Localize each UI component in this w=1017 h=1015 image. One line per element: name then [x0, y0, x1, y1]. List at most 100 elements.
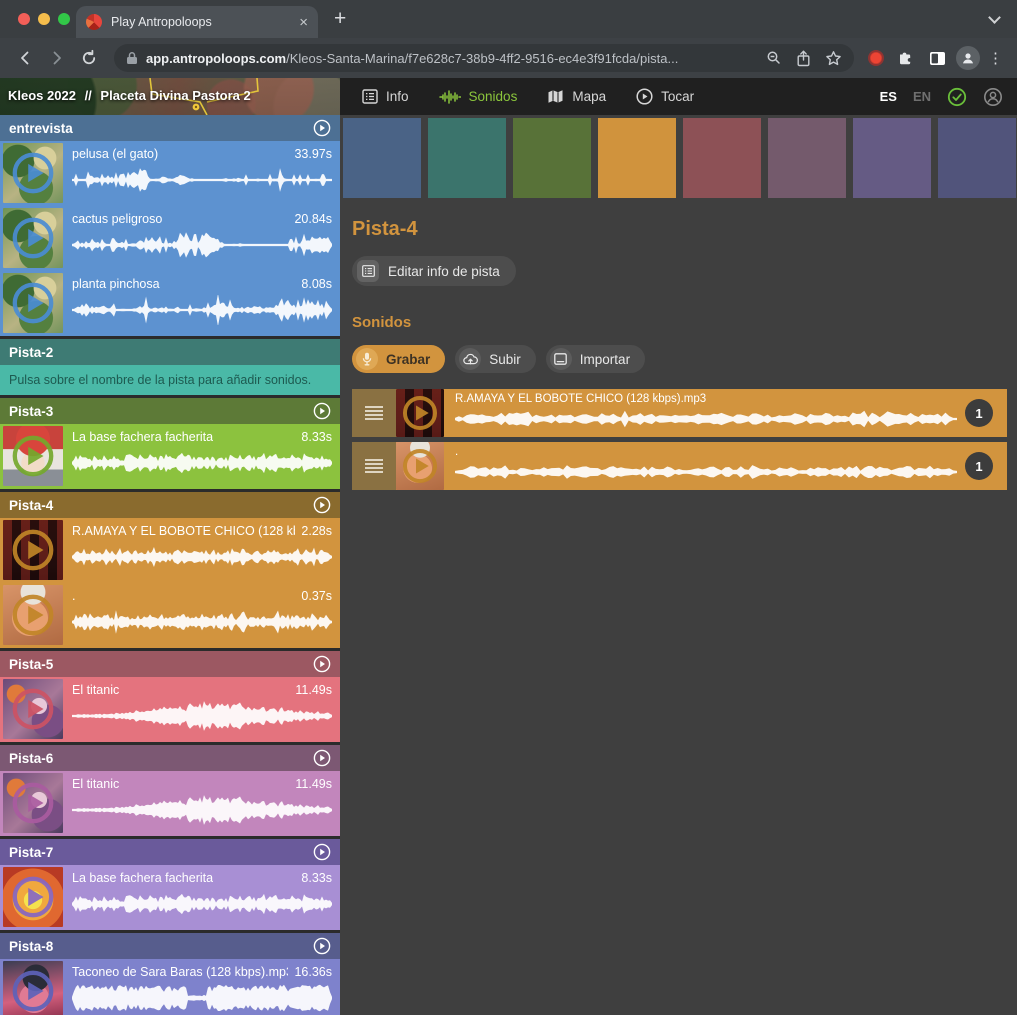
track-play-icon[interactable]	[313, 749, 331, 767]
browser-menu-icon[interactable]: ⋮	[984, 49, 1007, 67]
sound-row[interactable]: . 1	[352, 442, 1007, 490]
nav-item-tocar[interactable]: Tocar	[636, 88, 694, 105]
track-color-tile-6[interactable]	[768, 118, 846, 198]
clip-thumbnail[interactable]	[3, 520, 63, 580]
clip-play-icon[interactable]	[3, 426, 63, 486]
audio-clip[interactable]: pelusa (el gato) 33.97s	[0, 141, 340, 206]
track-color-tile-3[interactable]	[513, 118, 591, 198]
clip-thumbnail[interactable]	[3, 773, 63, 833]
lang-es-button[interactable]: ES	[880, 89, 897, 104]
track-header-pista-7[interactable]: Pista-7	[0, 839, 340, 865]
track-header-pista-2[interactable]: Pista-2	[0, 339, 340, 365]
track-play-icon[interactable]	[313, 119, 331, 137]
drag-handle[interactable]	[352, 389, 396, 437]
import-button[interactable]: Importar	[546, 345, 645, 373]
nav-item-mapa[interactable]: Mapa	[547, 89, 606, 104]
audio-clip[interactable]: . 0.37s	[0, 583, 340, 648]
clip-name: La base fachera facherita	[72, 871, 213, 885]
clip-thumbnail[interactable]	[3, 208, 63, 268]
clip-thumbnail[interactable]	[3, 143, 63, 203]
account-icon[interactable]	[983, 87, 1003, 107]
lang-en-button[interactable]: EN	[913, 89, 931, 104]
back-button[interactable]	[10, 43, 40, 73]
sidebar-track-section: Pista-6 El titanic 11.49s	[0, 745, 340, 836]
track-header-pista-3[interactable]: Pista-3	[0, 398, 340, 424]
zoom-icon[interactable]	[766, 50, 782, 66]
sync-check-icon[interactable]	[947, 87, 967, 107]
browser-tab[interactable]: Play Antropoloops ×	[76, 6, 318, 38]
address-bar[interactable]: app.antropoloops.com/Kleos-Santa-Marina/…	[114, 44, 854, 72]
clip-play-icon[interactable]	[3, 679, 63, 739]
bookmark-star-icon[interactable]	[825, 50, 842, 67]
track-color-tile-8[interactable]	[938, 118, 1016, 198]
cloud-upload-icon	[459, 348, 481, 370]
track-header-pista-4[interactable]: Pista-4	[0, 492, 340, 518]
sound-row[interactable]: R.AMAYA Y EL BOBOTE CHICO (128 kbps).mp3…	[352, 389, 1007, 437]
clip-thumbnail[interactable]	[3, 585, 63, 645]
window-controls[interactable]	[18, 13, 70, 25]
clip-play-icon[interactable]	[3, 208, 63, 268]
maximize-window-button[interactable]	[58, 13, 70, 25]
audio-clip[interactable]: Taconeo de Sara Baras (128 kbps).mp3 16.…	[0, 959, 340, 1015]
audio-clip[interactable]: R.AMAYA Y EL BOBOTE CHICO (128 kbps)....…	[0, 518, 340, 583]
sound-play-icon[interactable]	[396, 389, 444, 437]
close-window-button[interactable]	[18, 13, 30, 25]
upload-button[interactable]: Subir	[455, 345, 536, 373]
edit-track-info-button[interactable]: Editar info de pista	[352, 256, 516, 286]
recording-extension-icon[interactable]	[868, 50, 884, 66]
nav-item-info[interactable]: Info	[362, 89, 409, 104]
new-tab-button[interactable]: +	[334, 7, 346, 31]
track-play-icon[interactable]	[313, 655, 331, 673]
clip-duration: 8.33s	[301, 871, 332, 885]
track-play-icon[interactable]	[313, 843, 331, 861]
track-header-pista-5[interactable]: Pista-5	[0, 651, 340, 677]
track-color-tile-4[interactable]	[598, 118, 676, 198]
nav-item-sonidos[interactable]: Sonidos	[439, 89, 518, 104]
clip-play-icon[interactable]	[3, 520, 63, 580]
clip-play-icon[interactable]	[3, 867, 63, 927]
track-header-pista-6[interactable]: Pista-6	[0, 745, 340, 771]
forward-button[interactable]	[42, 43, 72, 73]
minimize-window-button[interactable]	[38, 13, 50, 25]
clip-thumbnail[interactable]	[3, 273, 63, 333]
clip-thumbnail[interactable]	[3, 679, 63, 739]
audio-clip[interactable]: La base fachera facherita 8.33s	[0, 424, 340, 489]
track-color-tile-7[interactable]	[853, 118, 931, 198]
clip-thumbnail[interactable]	[3, 867, 63, 927]
track-color-tile-2[interactable]	[428, 118, 506, 198]
clip-play-icon[interactable]	[3, 585, 63, 645]
sound-thumbnail[interactable]	[396, 442, 444, 490]
tab-close-icon[interactable]: ×	[299, 15, 308, 30]
track-color-tile-5[interactable]	[683, 118, 761, 198]
clip-thumbnail[interactable]	[3, 426, 63, 486]
audio-clip[interactable]: planta pinchosa 8.08s	[0, 271, 340, 336]
reload-button[interactable]	[74, 43, 104, 73]
sound-play-icon[interactable]	[396, 442, 444, 490]
side-panel-icon[interactable]	[922, 43, 952, 73]
sound-thumbnail[interactable]	[396, 389, 444, 437]
audio-clip[interactable]: El titanic 11.49s	[0, 771, 340, 836]
track-color-tile-1[interactable]	[343, 118, 421, 198]
audio-clip[interactable]: El titanic 11.49s	[0, 677, 340, 742]
clip-play-icon[interactable]	[3, 143, 63, 203]
clip-play-icon[interactable]	[3, 961, 63, 1015]
drag-handle[interactable]	[352, 442, 396, 490]
clip-name: .	[72, 589, 75, 603]
record-button[interactable]: Grabar	[352, 345, 445, 373]
sound-count-badge: 1	[965, 399, 993, 427]
clip-play-icon[interactable]	[3, 773, 63, 833]
track-play-icon[interactable]	[313, 402, 331, 420]
audio-clip[interactable]: La base fachera facherita 8.33s	[0, 865, 340, 930]
tab-search-chevron-icon[interactable]	[988, 11, 1001, 24]
track-header-pista-8[interactable]: Pista-8	[0, 933, 340, 959]
clip-play-icon[interactable]	[3, 273, 63, 333]
share-icon[interactable]	[796, 50, 811, 67]
extensions-puzzle-icon[interactable]	[890, 43, 920, 73]
track-play-icon[interactable]	[313, 937, 331, 955]
clip-thumbnail[interactable]	[3, 961, 63, 1015]
browser-profile-avatar[interactable]	[956, 46, 980, 70]
track-header-entrevista[interactable]: entrevista	[0, 115, 340, 141]
project-banner[interactable]: Kleos 2022 // Placeta Divina Pastora 2	[0, 78, 340, 115]
track-play-icon[interactable]	[313, 496, 331, 514]
audio-clip[interactable]: cactus peligroso 20.84s	[0, 206, 340, 271]
